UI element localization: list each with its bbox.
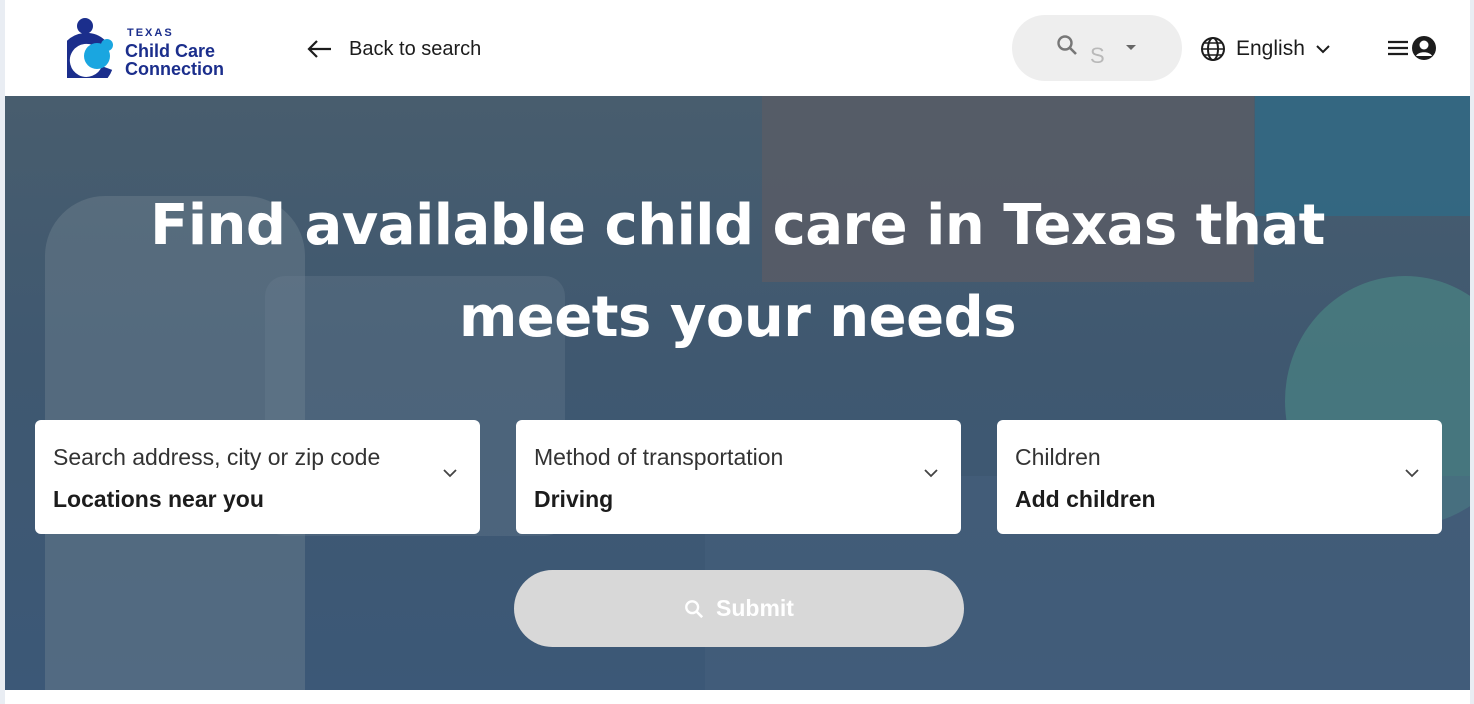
- language-label: English: [1236, 37, 1305, 60]
- logo-line-child-care: Child Care: [125, 41, 216, 61]
- logo-icon[interactable]: [67, 18, 127, 78]
- logo-wordmark[interactable]: TEXAS Child Care Connection: [125, 24, 224, 79]
- window-frame-right: [1470, 0, 1474, 704]
- back-to-search-label: Back to search: [349, 37, 482, 60]
- hero-section: Find available child care in Texas that …: [5, 96, 1470, 690]
- globe-icon: [1201, 37, 1225, 61]
- site-header: TEXAS Child Care Connection Back to sear…: [5, 0, 1470, 96]
- hamburger-icon: [1388, 40, 1408, 56]
- children-value: Add children: [1015, 486, 1156, 512]
- transportation-dropdown[interactable]: Method of transportation Driving: [516, 420, 961, 534]
- location-dropdown[interactable]: Search address, city or zip code Locatio…: [35, 420, 480, 534]
- chevron-down-icon: [1316, 45, 1330, 54]
- logo-line-connection: Connection: [125, 59, 224, 79]
- submit-button[interactable]: Submit: [514, 570, 964, 647]
- location-label: Search address, city or zip code: [53, 444, 381, 470]
- header-search-dropdown[interactable]: S: [1012, 15, 1182, 81]
- hero-title: Find available child care in Texas that …: [5, 180, 1470, 364]
- back-to-search-link[interactable]: Back to search: [307, 32, 481, 66]
- hero-title-line1: Find available child care in Texas that: [150, 193, 1325, 258]
- hero-title-line2: meets your needs: [458, 285, 1017, 350]
- account-menu-button[interactable]: [1387, 35, 1437, 61]
- arrow-left-icon: [307, 40, 331, 58]
- chevron-down-icon: [1405, 469, 1419, 478]
- page-bottom-strip: [5, 690, 1470, 704]
- transportation-label: Method of transportation: [534, 444, 784, 470]
- children-label: Children: [1015, 444, 1101, 470]
- transportation-value: Driving: [534, 486, 614, 512]
- chevron-down-icon: [924, 469, 938, 478]
- submit-label: Submit: [716, 595, 794, 621]
- children-dropdown[interactable]: Children Add children: [997, 420, 1442, 534]
- caret-down-icon: [1126, 45, 1136, 50]
- search-icon: [685, 599, 704, 618]
- chevron-down-icon: [443, 469, 457, 478]
- search-icon: [1057, 35, 1077, 55]
- search-ghost-text: S: [1090, 43, 1105, 68]
- account-icon: [1412, 36, 1436, 60]
- logo-state: TEXAS: [127, 27, 174, 39]
- location-value: Locations near you: [53, 486, 264, 512]
- language-selector[interactable]: English: [1200, 32, 1331, 66]
